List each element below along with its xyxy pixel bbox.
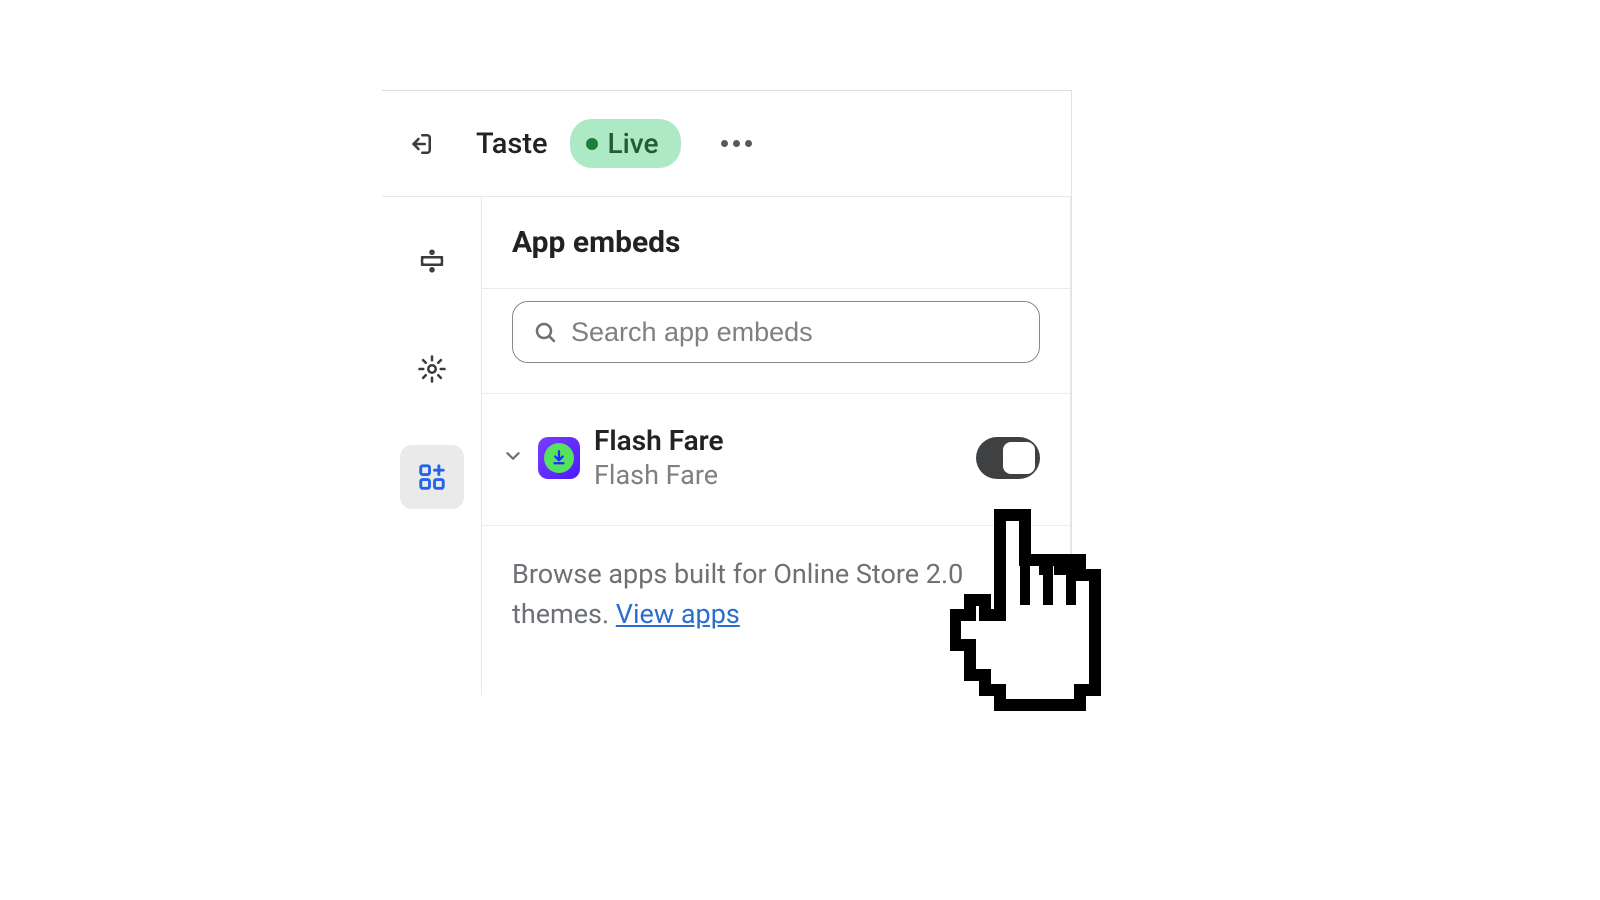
theme-name: Taste [476, 127, 548, 161]
app-toggle[interactable] [976, 437, 1040, 479]
editor-header: Taste Live [382, 91, 1071, 197]
more-actions-button[interactable] [721, 140, 752, 147]
panel-content: App embeds [482, 197, 1071, 695]
app-embed-row[interactable]: Flash Fare Flash Fare [482, 394, 1070, 526]
theme-editor-panel: Taste Live [382, 90, 1072, 695]
app-icon [538, 437, 580, 479]
app-name: Flash Fare [594, 424, 962, 458]
rail-sections[interactable] [400, 229, 464, 293]
panel-footer: Browse apps built for Online Store 2.0 t… [482, 526, 1070, 695]
search-input[interactable] [512, 301, 1040, 363]
view-apps-link[interactable]: View apps [616, 598, 740, 630]
exit-icon[interactable] [406, 129, 436, 159]
search-icon [533, 319, 557, 345]
app-subtitle: Flash Fare [594, 458, 962, 493]
rail-settings[interactable] [400, 337, 464, 401]
chevron-down-icon[interactable] [502, 445, 524, 471]
panel-title: App embeds [482, 197, 1070, 288]
icon-rail [382, 197, 482, 695]
status-dot-icon [586, 138, 598, 150]
status-label: Live [608, 127, 659, 160]
status-badge: Live [570, 119, 681, 168]
search-field[interactable] [571, 317, 1019, 348]
rail-app-embeds[interactable] [400, 445, 464, 509]
